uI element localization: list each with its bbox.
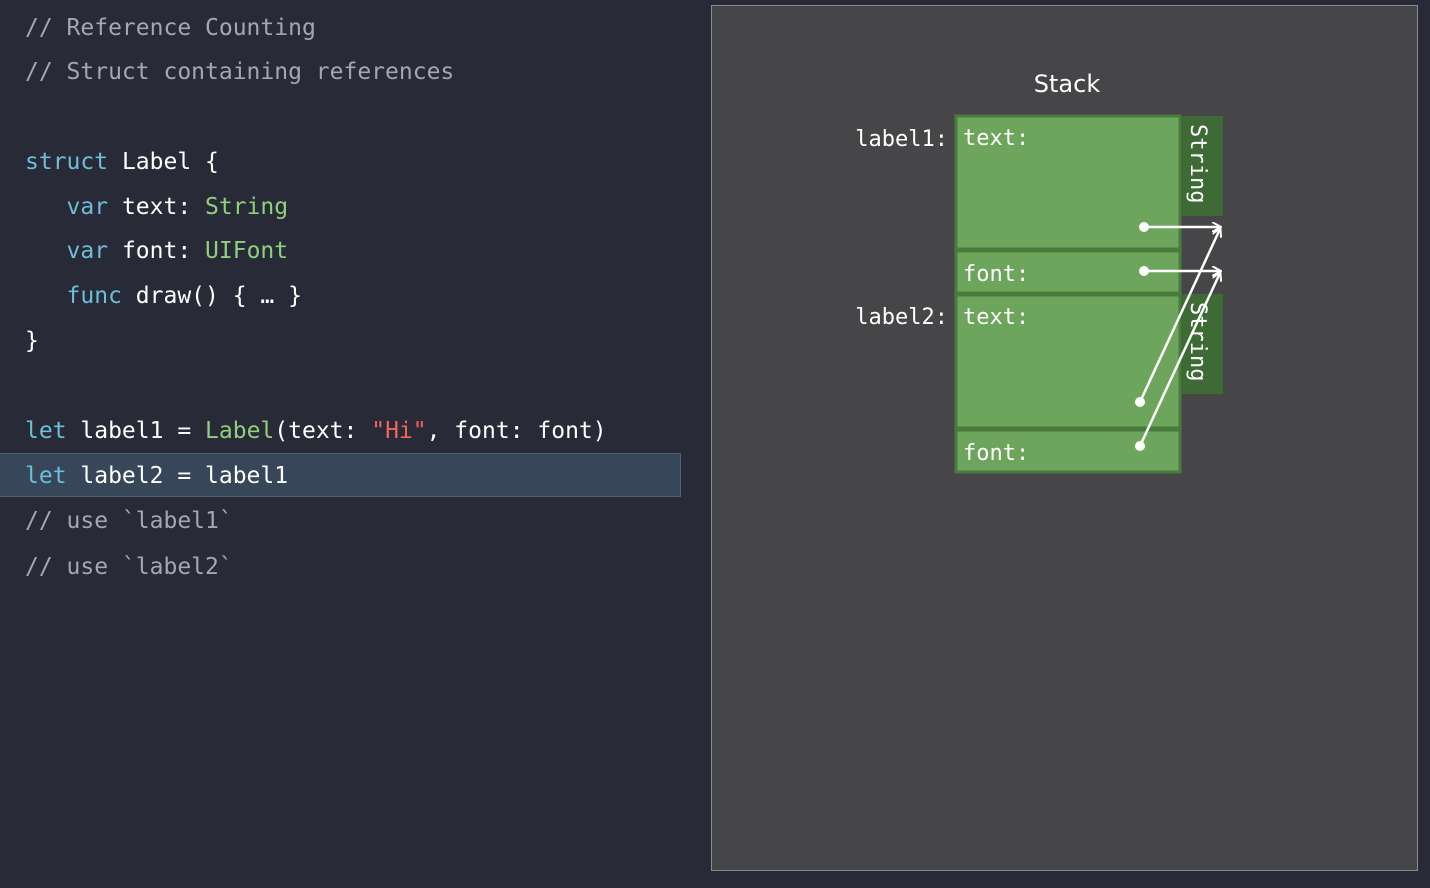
- label2-font-field: font:: [963, 441, 1029, 466]
- code-line[interactable]: var font: UIFont: [0, 229, 681, 273]
- code-token-plain: label2 = label1: [66, 463, 289, 489]
- code-token-plain: draw() { … }: [121, 283, 302, 309]
- code-token-keyword: let: [25, 418, 67, 444]
- code-token-keyword: func: [66, 283, 122, 309]
- code-token-type: String: [205, 194, 289, 220]
- code-line[interactable]: // use `label2`: [0, 545, 681, 589]
- code-line[interactable]: func draw() { … }: [0, 274, 681, 318]
- code-token-comment: // use `label1`: [25, 508, 233, 534]
- label1-stack-label: label1:: [855, 127, 948, 152]
- code-line[interactable]: // use `label1`: [0, 499, 681, 543]
- code-token-plain: }: [25, 328, 39, 354]
- label1-text-dot: [1139, 222, 1149, 232]
- code-line[interactable]: struct Label {: [0, 140, 681, 184]
- code-token-keyword: var: [66, 238, 109, 264]
- code-line[interactable]: [0, 364, 681, 408]
- stack-cells: [954, 114, 1182, 474]
- label1-text-field: text:: [963, 126, 1029, 151]
- code-editor[interactable]: // Reference Counting // Struct containin…: [0, 0, 700, 888]
- code-line[interactable]: }: [0, 319, 681, 363]
- code-token-comment: // Reference Counting: [25, 15, 316, 41]
- code-token-comment: // use `label2`: [25, 554, 233, 580]
- code-line-highlighted[interactable]: let label2 = label1: [0, 453, 681, 497]
- label1-font-field: font:: [963, 262, 1029, 287]
- label2-font-dot: [1135, 441, 1145, 451]
- code-token-plain: Label {: [108, 149, 219, 175]
- code-token-keyword: var: [66, 194, 109, 220]
- code-token-plain: text:: [108, 194, 206, 220]
- code-token-type: UIFont: [205, 238, 289, 264]
- code-line[interactable]: let label1 = Label(text: "Hi", font: fon…: [0, 409, 681, 453]
- code-token-plain: font:: [108, 238, 206, 264]
- string-label-1: String: [1185, 124, 1210, 203]
- code-token-plain: (text:: [274, 418, 372, 444]
- code-token-plain: , font: font): [426, 418, 607, 444]
- label2-text-dot: [1135, 397, 1145, 407]
- label2-text-field: text:: [963, 305, 1029, 330]
- code-token-comment: // Struct containing references: [25, 59, 455, 85]
- code-token-string: "Hi": [371, 418, 427, 444]
- code-line[interactable]: // Struct containing references: [0, 50, 681, 94]
- code-token-keyword: let: [25, 463, 67, 489]
- label2-stack-label: label2:: [855, 305, 948, 330]
- code-line[interactable]: // Reference Counting: [0, 6, 681, 50]
- code-line[interactable]: var text: String: [0, 185, 681, 229]
- code-token-type: Label: [205, 418, 275, 444]
- code-token-keyword: struct: [25, 149, 109, 175]
- code-line[interactable]: [0, 96, 681, 140]
- memory-diagram-panel: Stack String String label1: label2: text…: [711, 5, 1418, 871]
- label1-font-dot: [1139, 266, 1149, 276]
- code-token-plain: label1 =: [66, 418, 206, 444]
- stack-title: Stack: [1034, 70, 1101, 98]
